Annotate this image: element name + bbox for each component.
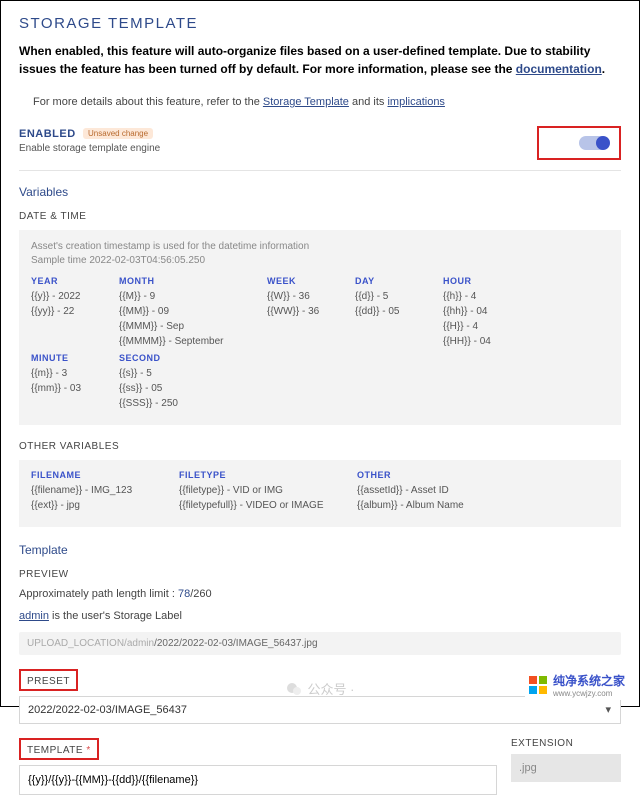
var-mm: {{mm}} - 03 (31, 381, 111, 396)
var-assetid: {{assetId}} - Asset ID (357, 483, 497, 498)
path-length-line: Approximately path length limit : 78/260 (19, 588, 621, 600)
other-vars-label: OTHER VARIABLES (19, 441, 621, 452)
sub-text-mid: and its (349, 96, 388, 108)
col-filename-h: FILENAME (31, 470, 171, 480)
footer-title: 纯净系统之家 (553, 672, 625, 689)
sub-text-a: For more details about this feature, ref… (33, 96, 263, 108)
enabled-toggle[interactable] (579, 136, 609, 150)
var-WW: {{WW}} - 36 (267, 304, 347, 319)
preset-select[interactable]: 2022/2022-02-03/IMAGE_56437 (19, 696, 621, 724)
preview-label: PREVIEW (19, 569, 621, 580)
var-MMMM: {{MMMM}} - September (119, 334, 259, 349)
col-month-h: MONTH (119, 276, 259, 286)
var-ext: {{ext}} - jpg (31, 498, 171, 513)
col-other-h: OTHER (357, 470, 497, 480)
divider (19, 170, 621, 171)
col-filetype-h: FILETYPE (179, 470, 349, 480)
var-SSS: {{SSS}} - 250 (119, 396, 199, 411)
var-filename: {{filename}} - IMG_123 (31, 483, 171, 498)
template-label: TEMPLATE * (27, 745, 91, 756)
enabled-label: ENABLED (19, 128, 76, 140)
path-preview: UPLOAD_LOCATION/admin/2022/2022-02-03/IM… (19, 632, 621, 655)
documentation-link[interactable]: documentation (516, 62, 602, 76)
var-y: {{y}} - 2022 (31, 289, 111, 304)
var-M: {{M}} - 9 (119, 289, 259, 304)
footer-logo-icon (529, 676, 547, 694)
other-vars-panel: FILENAME {{filename}} - IMG_123 {{ext}} … (19, 460, 621, 527)
description-text: When enabled, this feature will auto-org… (19, 44, 590, 76)
path-grey: UPLOAD_LOCATION/admin (27, 638, 154, 649)
path-dark: /2022/2022-02-03/IMAGE_56437.jpg (154, 638, 317, 649)
var-MM: {{MM}} - 09 (119, 304, 259, 319)
enabled-toggle-highlight (537, 126, 621, 160)
storage-template-link[interactable]: Storage Template (263, 96, 349, 108)
var-HH: {{HH}} - 04 (443, 334, 523, 349)
admin-rest: is the user's Storage Label (49, 610, 182, 622)
enabled-sub: Enable storage template engine (19, 143, 160, 154)
var-yy: {{yy}} - 22 (31, 304, 111, 319)
implications-link[interactable]: implications (387, 96, 444, 108)
var-hh: {{hh}} - 04 (443, 304, 523, 319)
variables-heading: Variables (19, 185, 621, 199)
col-minute-h: MINUTE (31, 353, 111, 363)
var-d: {{d}} - 5 (355, 289, 435, 304)
col-day-h: DAY (355, 276, 435, 286)
template-label-highlight: TEMPLATE * (19, 738, 99, 760)
admin-link[interactable]: admin (19, 610, 49, 622)
template-input[interactable] (19, 765, 497, 795)
approx-a: Approximately path length limit : (19, 588, 178, 600)
var-m: {{m}} - 3 (31, 366, 111, 381)
preset-label-highlight: PRESET (19, 669, 78, 691)
datetime-panel: Asset's creation timestamp is used for t… (19, 230, 621, 425)
approx-num: 78 (178, 588, 190, 600)
admin-line: admin is the user's Storage Label (19, 610, 621, 622)
var-ss: {{ss}} - 05 (119, 381, 199, 396)
extension-input (511, 754, 621, 782)
page-title: STORAGE TEMPLATE (19, 15, 621, 32)
col-week-h: WEEK (267, 276, 347, 286)
footer-brand: 纯净系统之家 www.ycwjzy.com (525, 670, 629, 700)
var-dd: {{dd}} - 05 (355, 304, 435, 319)
col-year-h: YEAR (31, 276, 111, 286)
preset-label: PRESET (27, 676, 70, 687)
template-label-text: TEMPLATE (27, 745, 83, 756)
meta-line-1: Asset's creation timestamp is used for t… (31, 240, 609, 254)
col-hour-h: HOUR (443, 276, 523, 286)
var-W: {{W}} - 36 (267, 289, 347, 304)
footer-url: www.ycwjzy.com (553, 689, 625, 698)
template-heading: Template (19, 543, 621, 557)
var-h: {{h}} - 4 (443, 289, 523, 304)
description: When enabled, this feature will auto-org… (19, 42, 621, 78)
var-H: {{H}} - 4 (443, 319, 523, 334)
var-s: {{s}} - 5 (119, 366, 199, 381)
sub-description: For more details about this feature, ref… (33, 96, 621, 108)
var-album: {{album}} - Album Name (357, 498, 497, 513)
extension-label: EXTENSION (511, 738, 621, 749)
var-filetype: {{filetype}} - VID or IMG (179, 483, 349, 498)
var-MMM: {{MMM}} - Sep (119, 319, 259, 334)
datetime-label: DATE & TIME (19, 211, 621, 222)
required-asterisk: * (86, 745, 90, 756)
col-second-h: SECOND (119, 353, 199, 363)
var-filetypefull: {{filetypefull}} - VIDEO or IMAGE (179, 498, 349, 513)
unsaved-badge: Unsaved change (83, 128, 153, 139)
approx-b: /260 (190, 588, 211, 600)
meta-line-2: Sample time 2022-02-03T04:56:05.250 (31, 254, 609, 268)
